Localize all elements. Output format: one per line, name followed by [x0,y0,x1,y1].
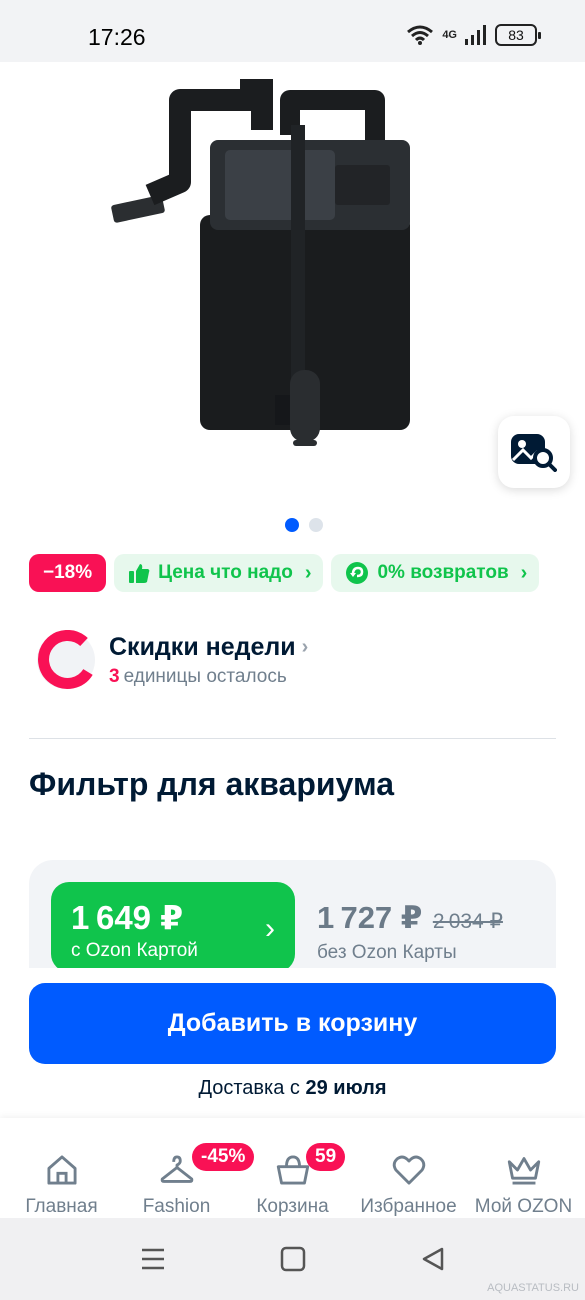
nav-favorites-label: Избранное [360,1196,457,1217]
old-price: 2 034 ₽ [432,910,503,933]
delivery-date: 29 июля [305,1077,387,1099]
watermark: AQUASTATUS.RU [487,1282,579,1294]
status-time: 17:26 [88,24,146,50]
promo-title: Скидки недели [109,632,296,661]
card-price: 1 649 ₽ [71,899,184,936]
status-bar: 17:26 4G 83 [0,0,585,62]
crown-icon [507,1157,540,1185]
chevron-right-icon: › [265,912,275,945]
price-badge-label: Цена что надо [158,562,293,583]
chevron-right-icon: › [304,561,312,584]
heart-icon [392,1155,425,1185]
fashion-discount-badge: -45% [192,1143,255,1171]
delivery-prefix: Доставка с [198,1077,300,1099]
menu-icon[interactable] [140,1246,166,1272]
chevron-right-icon: › [520,561,528,584]
nav-favorites[interactable]: Избранное [350,1118,467,1218]
divider [29,738,556,739]
image-search-icon [511,434,557,472]
ozon-card-price-button[interactable]: 1 649 ₽ с Ozon Картой › [51,882,295,968]
promo-section[interactable]: Скидки недели › 3 единицы осталось [36,630,308,690]
nav-my-ozon[interactable]: Мой OZON [465,1118,582,1218]
carousel-indicator [285,518,323,532]
visual-search-button[interactable] [498,416,570,488]
nav-home-label: Главная [25,1196,98,1217]
signal-icon [465,25,486,45]
returns-badge[interactable]: 0% возвратов › [331,554,540,592]
price-badge[interactable]: Цена что надо › [114,554,324,592]
regular-price-value: 1 727 ₽ [317,900,423,935]
promo-remaining-text: единицы осталось [123,665,287,687]
system-navigation-bar: AQUASTATUS.RU [0,1218,585,1300]
chevron-right-icon: › [301,635,309,658]
nav-my-ozon-label: Мой OZON [474,1196,573,1217]
carousel-dot-active[interactable] [285,518,299,532]
product-title: Фильтр для аквариума [29,766,394,802]
return-icon [346,562,369,584]
badges-row: −18% Цена что надо › 0% возвратов › [29,554,540,592]
card-price-label: с Ozon Картой [71,940,198,961]
back-icon[interactable] [420,1246,446,1272]
status-icons: 4G 83 [406,24,541,46]
delivery-info: Доставка с 29 июля [0,1077,585,1100]
home-square-icon[interactable] [280,1246,306,1272]
bottom-navigation: Главная Fashion Корзина Избранное Мой OZ… [0,1118,585,1218]
discount-badge: −18% [29,554,107,592]
weekly-sale-logo-icon [37,630,95,689]
nav-cart-label: Корзина [256,1196,329,1217]
thumbs-up-icon [129,564,150,583]
nav-fashion-label: Fashion [142,1196,211,1217]
regular-price: 1 727 ₽ 2 034 ₽ без Ozon Карты [317,900,503,964]
regular-price-label: без Ozon Карты [317,942,457,963]
promo-count: 3 [109,665,120,687]
network-type: 4G [442,28,457,41]
battery-icon: 83 [495,24,541,46]
carousel-dot[interactable] [309,518,323,532]
price-block: 1 649 ₽ с Ozon Картой › 1 727 ₽ 2 034 ₽ … [29,860,556,968]
home-icon [46,1155,77,1185]
nav-home[interactable]: Главная [3,1118,120,1218]
wifi-icon [407,25,434,45]
add-to-cart-button[interactable]: Добавить в корзину [29,983,556,1064]
cart-count-badge: 59 [306,1143,346,1171]
returns-badge-label: 0% возвратов [377,562,509,583]
